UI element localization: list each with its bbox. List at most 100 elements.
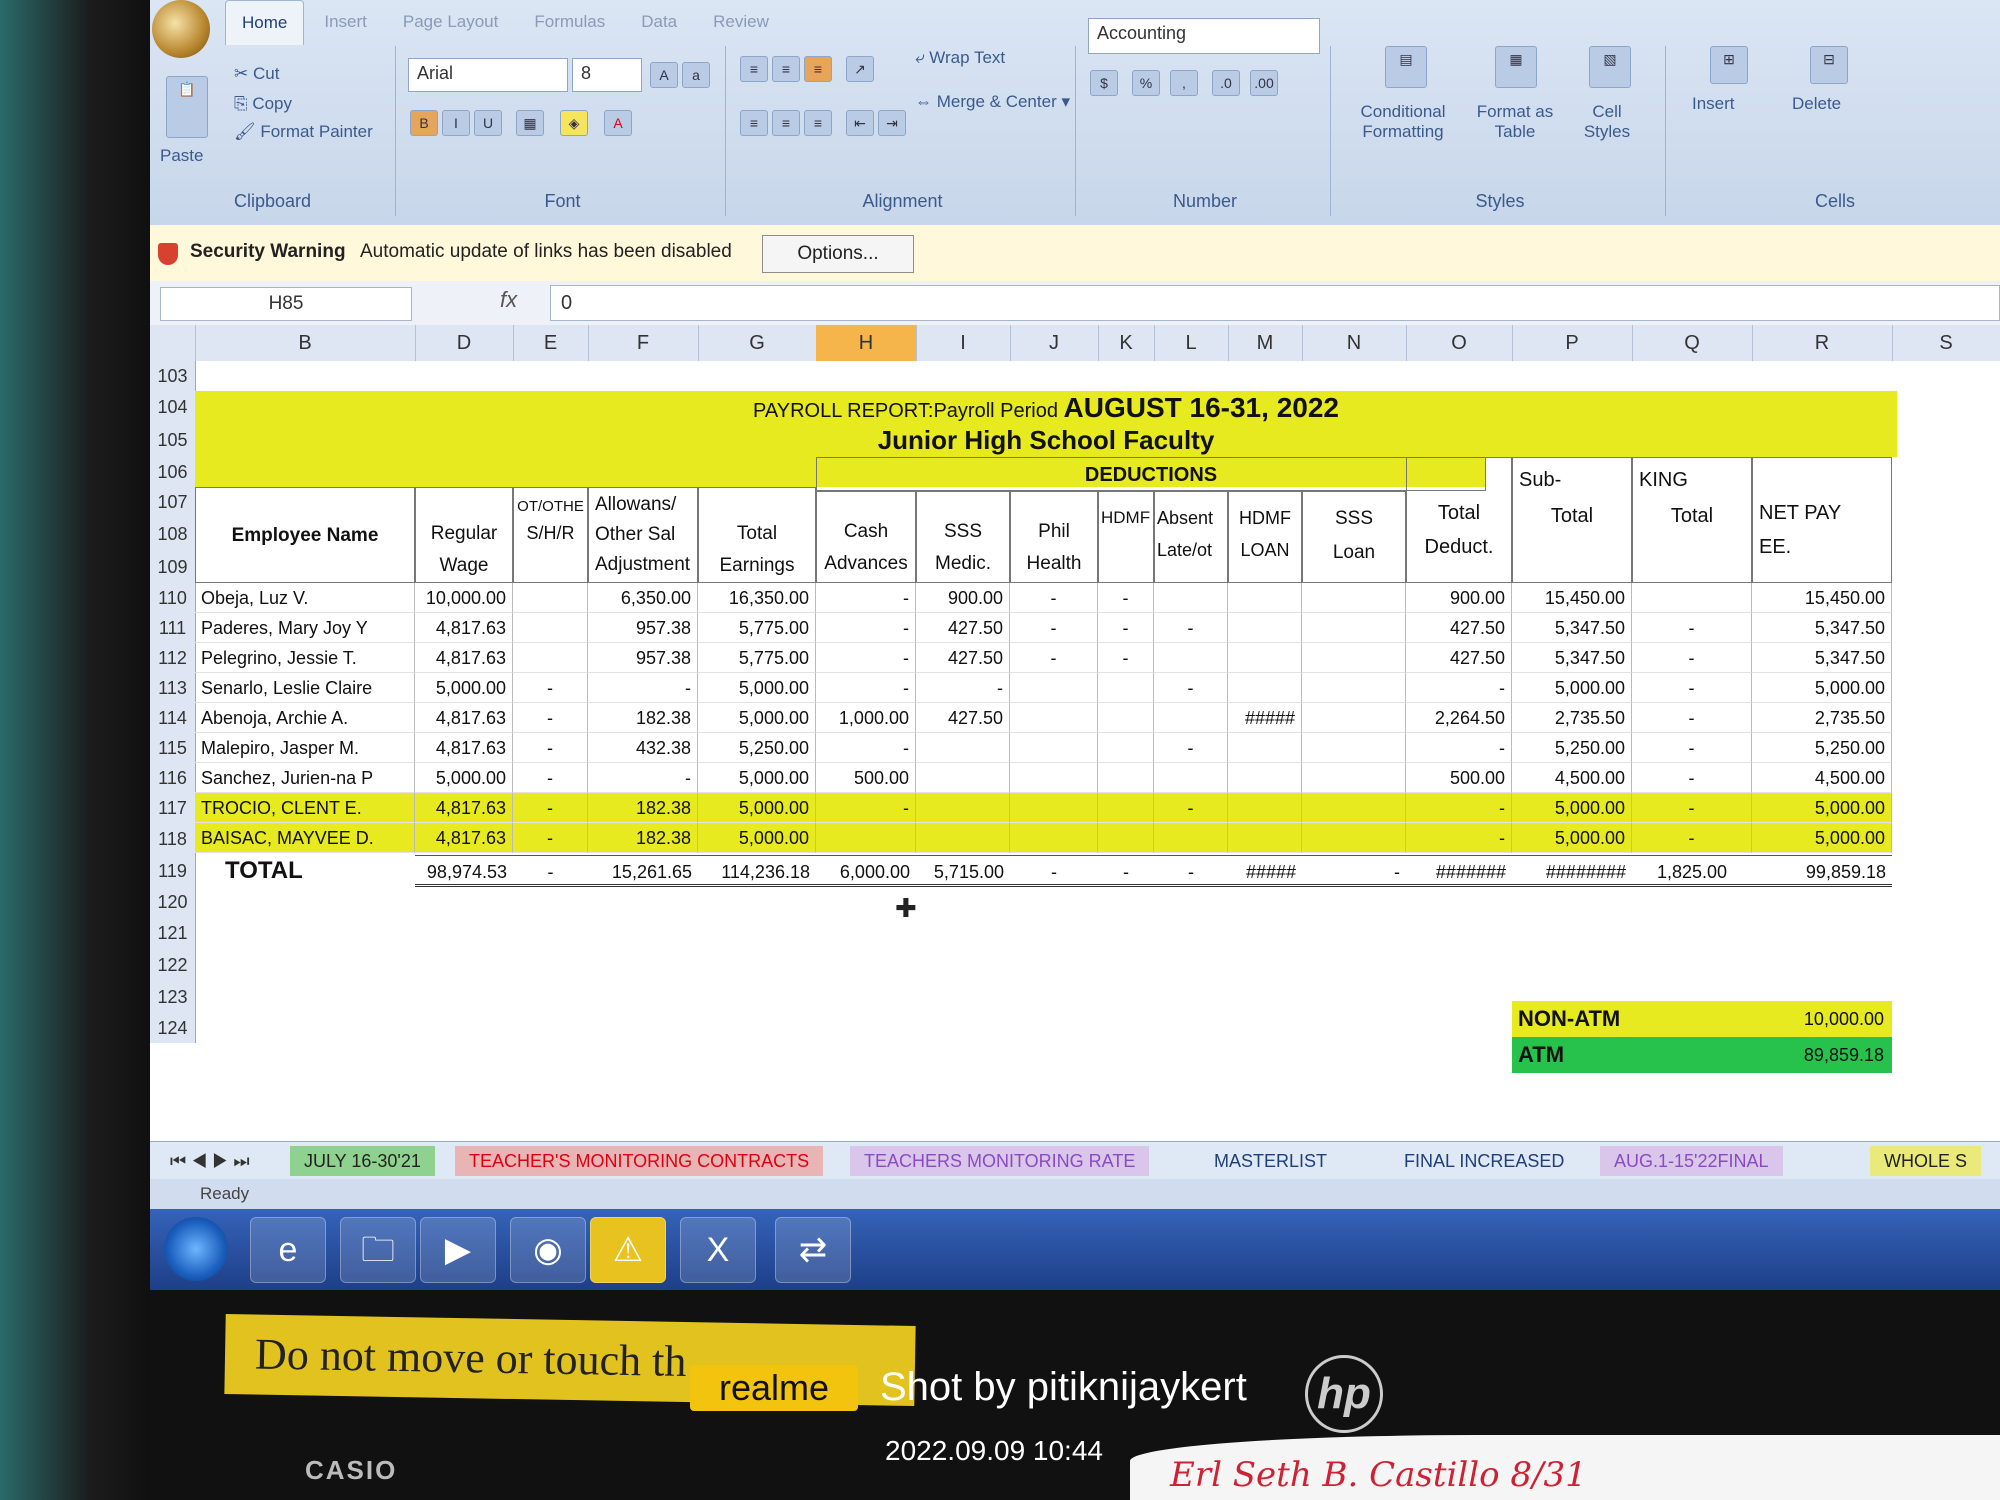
cell-cash[interactable]: -: [816, 733, 916, 763]
network-app-icon[interactable]: ⇄: [775, 1217, 851, 1283]
cell-net[interactable]: 4,500.00: [1752, 763, 1892, 793]
media-player-icon[interactable]: ▶: [420, 1217, 496, 1283]
total-cell-ot[interactable]: -: [513, 855, 588, 887]
cell-name[interactable]: Malepiro, Jasper M.: [195, 733, 415, 763]
total-cell-sloan[interactable]: -: [1302, 855, 1406, 887]
insert-button[interactable]: Insert: [1692, 94, 1735, 114]
conditional-formatting-button[interactable]: Conditional Formatting: [1343, 102, 1463, 142]
cell-phil[interactable]: [1010, 823, 1098, 853]
cell-net[interactable]: 5,000.00: [1752, 673, 1892, 703]
align-bottom-icon[interactable]: ≡: [804, 56, 832, 82]
cell-reg[interactable]: 4,817.63: [415, 703, 513, 733]
row-header[interactable]: 124: [150, 1013, 196, 1043]
cell-allow[interactable]: 432.38: [588, 733, 698, 763]
cell-cash[interactable]: -: [816, 613, 916, 643]
increase-indent-icon[interactable]: ⇥: [878, 110, 906, 136]
cell-reg[interactable]: 4,817.63: [415, 613, 513, 643]
row-header[interactable]: 118: [150, 823, 196, 855]
fx-icon[interactable]: fx: [500, 287, 517, 313]
column-header-selected[interactable]: H: [816, 325, 917, 361]
grow-font-icon[interactable]: A: [650, 62, 678, 88]
cell-hdmf[interactable]: [1098, 673, 1154, 703]
total-cell-earn[interactable]: 114,236.18: [698, 855, 816, 887]
cell-sss[interactable]: [916, 823, 1010, 853]
tab-data[interactable]: Data: [625, 0, 693, 44]
column-header[interactable]: S: [1892, 325, 2000, 361]
column-header[interactable]: N: [1302, 325, 1407, 361]
format-as-table-button[interactable]: Format as Table: [1465, 102, 1565, 142]
cell-tded[interactable]: 427.50: [1406, 643, 1512, 673]
cell-tded[interactable]: -: [1406, 793, 1512, 823]
cell-phil[interactable]: -: [1010, 643, 1098, 673]
align-middle-icon[interactable]: ≡: [772, 56, 800, 82]
cell-king[interactable]: [1632, 583, 1752, 613]
cell-sss[interactable]: 427.50: [916, 613, 1010, 643]
cell-phil[interactable]: -: [1010, 583, 1098, 613]
font-name-input[interactable]: Arial: [408, 58, 568, 92]
cell-allow[interactable]: -: [588, 673, 698, 703]
cell-absent[interactable]: -: [1154, 733, 1228, 763]
cell-absent[interactable]: [1154, 643, 1228, 673]
cell-sub[interactable]: 5,347.50: [1512, 643, 1632, 673]
italic-icon[interactable]: I: [442, 110, 470, 136]
cell-absent[interactable]: [1154, 823, 1228, 853]
cell-hdmf[interactable]: [1098, 823, 1154, 853]
sheet-tab[interactable]: TEACHERS MONITORING RATE: [850, 1146, 1150, 1176]
cell-sloan[interactable]: [1302, 613, 1406, 643]
column-header[interactable]: F: [588, 325, 699, 361]
cell-sub[interactable]: 2,735.50: [1512, 703, 1632, 733]
decrease-indent-icon[interactable]: ⇤: [846, 110, 874, 136]
row-header[interactable]: 122: [150, 949, 196, 981]
cell-name[interactable]: Paderes, Mary Joy Y: [195, 613, 415, 643]
cell-sloan[interactable]: [1302, 673, 1406, 703]
cell-sss[interactable]: -: [916, 673, 1010, 703]
column-header[interactable]: B: [195, 325, 416, 361]
orientation-icon[interactable]: ↗: [846, 56, 874, 82]
row-header[interactable]: 113: [150, 673, 196, 703]
cell-king[interactable]: -: [1632, 733, 1752, 763]
cell-allow[interactable]: 957.38: [588, 643, 698, 673]
formula-input[interactable]: 0: [550, 285, 2000, 321]
cut-button[interactable]: ✂ Cut: [234, 64, 279, 84]
total-cell-phil[interactable]: -: [1010, 855, 1098, 887]
row-header[interactable]: 104: [150, 391, 196, 423]
tab-insert[interactable]: Insert: [308, 0, 383, 44]
cell-phil[interactable]: [1010, 733, 1098, 763]
cell-sss[interactable]: 427.50: [916, 643, 1010, 673]
cell-hdmf[interactable]: [1098, 763, 1154, 793]
cell-sloan[interactable]: [1302, 823, 1406, 853]
cell-name[interactable]: Sanchez, Jurien-na P: [195, 763, 415, 793]
total-cell-sub[interactable]: ########: [1512, 855, 1632, 887]
cell-reg[interactable]: 5,000.00: [415, 763, 513, 793]
cell-hloan[interactable]: [1228, 613, 1302, 643]
sheet-tab[interactable]: FINAL INCREASED: [1390, 1146, 1578, 1176]
cell-cash[interactable]: -: [816, 673, 916, 703]
cell-name[interactable]: Senarlo, Leslie Claire: [195, 673, 415, 703]
cell-reg[interactable]: 4,817.63: [415, 733, 513, 763]
cell-earn[interactable]: 5,000.00: [698, 703, 816, 733]
sheet-tab[interactable]: MASTERLIST: [1200, 1146, 1341, 1176]
cell-earn[interactable]: 5,000.00: [698, 823, 816, 853]
row-header[interactable]: 119: [150, 855, 196, 887]
decrease-decimal-icon[interactable]: .00: [1250, 70, 1278, 96]
comma-icon[interactable]: ,: [1170, 70, 1198, 96]
total-cell-reg[interactable]: 98,974.53: [415, 855, 513, 887]
row-header[interactable]: 106: [150, 457, 196, 487]
percent-icon[interactable]: %: [1132, 70, 1160, 96]
row-header[interactable]: 110: [150, 583, 196, 613]
total-cell-sss[interactable]: 5,715.00: [916, 855, 1010, 887]
cell-reg[interactable]: 5,000.00: [415, 673, 513, 703]
font-size-input[interactable]: 8: [572, 58, 642, 92]
row-header[interactable]: 107: [150, 487, 196, 517]
cell-hloan[interactable]: [1228, 823, 1302, 853]
cell-tded[interactable]: -: [1406, 823, 1512, 853]
cell-hdmf[interactable]: -: [1098, 613, 1154, 643]
sheet-tab[interactable]: WHOLE S: [1870, 1146, 1982, 1176]
cell-name[interactable]: TROCIO, CLENT E.: [195, 793, 415, 823]
sheet-tab[interactable]: AUG.1-15'22FINAL: [1600, 1146, 1783, 1176]
cell-ot[interactable]: -: [513, 793, 588, 823]
file-explorer-icon[interactable]: 🗀: [340, 1217, 416, 1283]
cell-hdmf[interactable]: [1098, 733, 1154, 763]
cell-earn[interactable]: 5,775.00: [698, 613, 816, 643]
cell-absent[interactable]: [1154, 763, 1228, 793]
